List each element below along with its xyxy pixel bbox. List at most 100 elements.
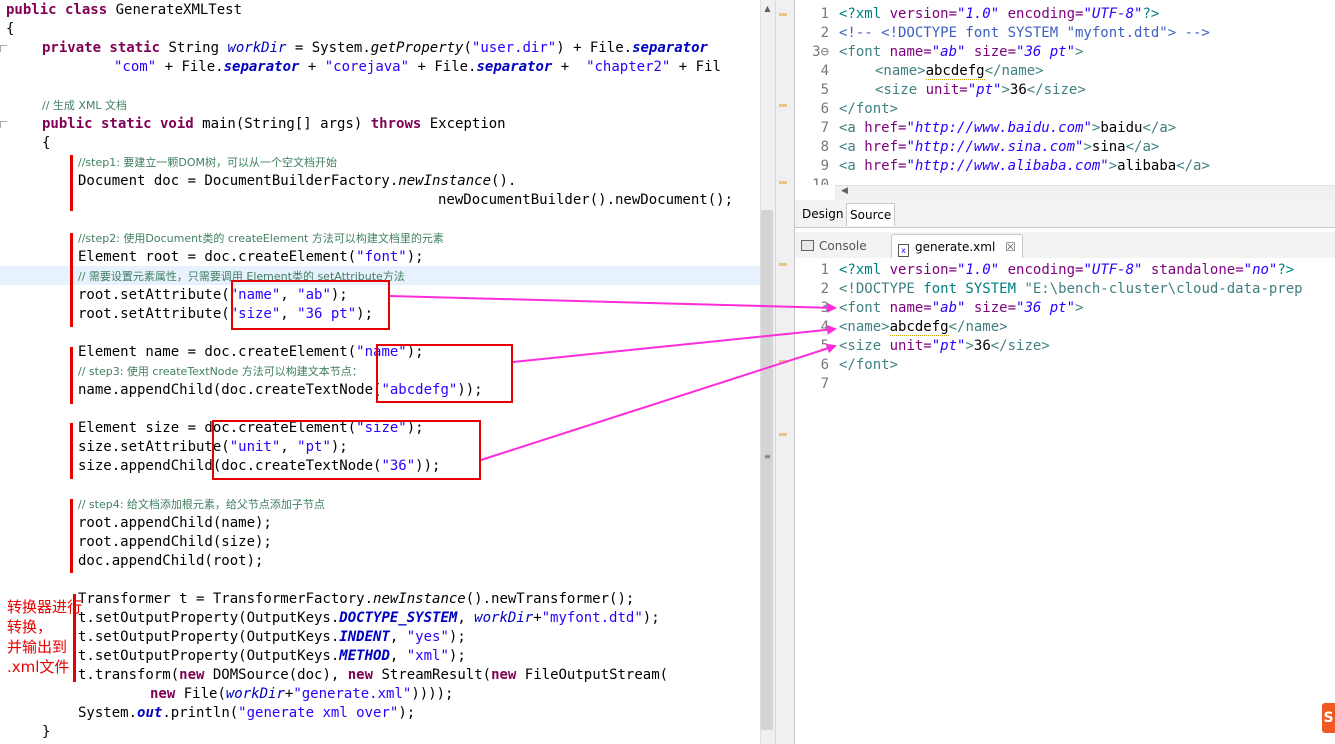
line-number: 2 [820, 25, 829, 41]
tab-console-label: Console [819, 239, 867, 253]
xml-line-link-alibaba: <a href="http://www.alibaba.com">alibaba… [839, 158, 1210, 174]
gen-xml-size: <size unit="pt">36</size> [839, 338, 1050, 354]
annotation-bar-size [70, 423, 73, 479]
line-number: 5 [820, 338, 829, 354]
line-number: 4 [820, 63, 829, 79]
fold-marker[interactable] [0, 45, 7, 52]
line-number[interactable]: 3⊖ [795, 43, 829, 62]
scroll-left-arrow-icon[interactable]: ◀ [841, 186, 848, 196]
myfont-xml-editor[interactable]: 1 2 3⊖ 4 5 6 7 8 9 10 <?xml version="1.0… [795, 0, 1335, 185]
xml-horizontal-scrollbar[interactable]: ◀ [835, 185, 1335, 201]
line-number: 5 [820, 82, 829, 98]
xml-line-font: <font name="ab" size="36 pt"> [839, 44, 1084, 60]
overview-marker[interactable] [779, 433, 787, 436]
code-comment-generate-xml: // 生成 XML 文档 [42, 99, 128, 112]
line-number: 9 [820, 158, 829, 174]
scroll-up-arrow-icon[interactable]: ▲ [760, 4, 775, 13]
overview-marker[interactable] [779, 263, 787, 266]
xml-line-name: <name>abcdefg</name> [875, 63, 1044, 80]
code-line-main: public static void main(String[] args) t… [42, 116, 506, 132]
tab-console[interactable]: Console [801, 234, 867, 258]
line-number: 6 [820, 101, 829, 117]
close-icon[interactable]: ☒ [1005, 240, 1016, 254]
code-line-new-file: new File(workDir+"generate.xml")))); [150, 686, 454, 702]
gen-xml-declaration: <?xml version="1.0" encoding="UTF-8" sta… [839, 262, 1295, 278]
code-line-2: { [6, 21, 15, 37]
code-comment-step2: //step2: 使用Document类的 createElement 方法可以… [78, 232, 444, 245]
line-number: 8 [820, 139, 829, 155]
gen-xml-doctype: <!DOCTYPE font SYSTEM "E:\bench-cluster\… [839, 281, 1303, 297]
line-number: 6 [820, 357, 829, 373]
editor-divider[interactable] [775, 0, 795, 744]
console-icon [801, 240, 814, 251]
code-line-document: Document doc = DocumentBuilderFactory.ne… [78, 173, 517, 189]
tab-design[interactable]: Design [799, 203, 846, 225]
line-number: 1 [820, 262, 829, 278]
code-line-newdocument: newDocumentBuilder().newDocument(); [438, 192, 734, 208]
code-line-transform: t.transform(new DOMSource(doc), new Stre… [78, 667, 669, 683]
code-line-method-prop: t.setOutputProperty(OutputKeys.METHOD, "… [78, 648, 466, 664]
xml-file-icon: x [898, 244, 909, 257]
gen-xml-name: <name>abcdefg</name> [839, 319, 1008, 336]
xml-line-link-sina: <a href="http://www.sina.com">sina</a> [839, 139, 1160, 155]
gen-xml-font: <font name="ab" size="36 pt"> [839, 300, 1084, 316]
code-line-root: Element root = doc.createElement("font")… [78, 249, 424, 265]
design-source-tabs: Design Source [795, 200, 1335, 228]
code-line-brace: { [42, 135, 51, 151]
code-line-1: public class GenerateXMLTest [6, 2, 243, 18]
code-line-4: "com" + File.separator + "corejava" + Fi… [114, 59, 721, 75]
tab-generate-xml[interactable]: x generate.xml ☒ [891, 234, 1023, 259]
code-line-3: private static String workDir = System.g… [42, 40, 708, 56]
highlight-box-size-node [212, 420, 481, 480]
view-tab-bar: Console x generate.xml ☒ [795, 232, 1335, 259]
annotation-bar-step1 [70, 155, 73, 211]
java-editor[interactable]: public class GenerateXMLTest { private s… [0, 0, 775, 744]
xml-line-link-baidu: <a href="http://www.baidu.com">baidu</a> [839, 120, 1177, 136]
overview-marker[interactable] [779, 104, 787, 107]
annotation-line: 并输出到 [7, 638, 68, 656]
annotation-bar-step3 [70, 347, 73, 404]
annotation-note: 转换器进行 转换， 并输出到 .xml文件 [7, 597, 93, 677]
code-comment-step1: //step1: 要建立一颗DOM树，可以从一个空文档开始 [78, 156, 338, 169]
highlight-box-name-node [376, 344, 513, 403]
line-number: 4 [820, 319, 829, 335]
annotation-line: 转换器进行 [7, 598, 83, 616]
code-line-root-append-size: root.appendChild(size); [78, 534, 272, 550]
overview-marker[interactable] [779, 181, 787, 184]
fold-marker[interactable] [0, 121, 7, 128]
line-number: 10 [812, 177, 829, 185]
code-line-close-brace: } [42, 724, 51, 740]
watermark-logo: S [1322, 703, 1335, 733]
xml-line-comment: <!-- <!DOCTYPE font SYSTEM "myfont.dtd">… [839, 25, 1210, 41]
xml-line-font-close: </font> [839, 101, 899, 117]
code-line-doctype-prop: t.setOutputProperty(OutputKeys.DOCTYPE_S… [78, 610, 660, 626]
line-number: 1 [820, 6, 829, 22]
tab-file-label: generate.xml [915, 240, 996, 254]
annotation-bar-step4 [70, 499, 73, 573]
code-line-name-element: Element name = doc.createElement("name")… [78, 344, 424, 360]
code-line-root-append-name: root.appendChild(name); [78, 515, 272, 531]
scrollbar-thumb[interactable] [761, 210, 773, 730]
annotation-line: .xml文件 [7, 658, 70, 676]
overview-marker[interactable] [779, 360, 787, 363]
tab-source[interactable]: Source [846, 203, 896, 226]
code-line-println: System.out.println("generate xml over"); [78, 705, 416, 721]
annotation-bar-step2 [70, 233, 73, 327]
generate-xml-editor[interactable]: 1 2 3 4 5 6 7 <?xml version="1.0" encodi… [795, 258, 1335, 744]
line-number: 7 [820, 376, 829, 392]
code-line-transformer: Transformer t = TransformerFactory.newIn… [78, 591, 635, 607]
annotation-line: 转换， [7, 618, 53, 636]
highlight-box-attributes [231, 280, 390, 330]
scroll-grip-icon[interactable]: ≡ [760, 452, 775, 461]
xml-line-size: <size unit="pt">36</size> [875, 82, 1086, 98]
xml-line-declaration: <?xml version="1.0" encoding="UTF-8"?> [839, 6, 1160, 22]
line-number: 7 [820, 120, 829, 136]
code-line-indent-prop: t.setOutputProperty(OutputKeys.INDENT, "… [78, 629, 466, 645]
overview-marker[interactable] [779, 13, 787, 16]
code-line-doc-append-root: doc.appendChild(root); [78, 553, 264, 569]
gen-xml-font-close: </font> [839, 357, 899, 373]
code-comment-step3: // step3: 使用 createTextNode 方法可以构建文本节点： [78, 365, 363, 378]
line-number: 3 [820, 300, 829, 316]
line-number: 2 [820, 281, 829, 297]
code-comment-step4: // step4: 给文档添加根元素，给父节点添加子节点 [78, 498, 325, 511]
